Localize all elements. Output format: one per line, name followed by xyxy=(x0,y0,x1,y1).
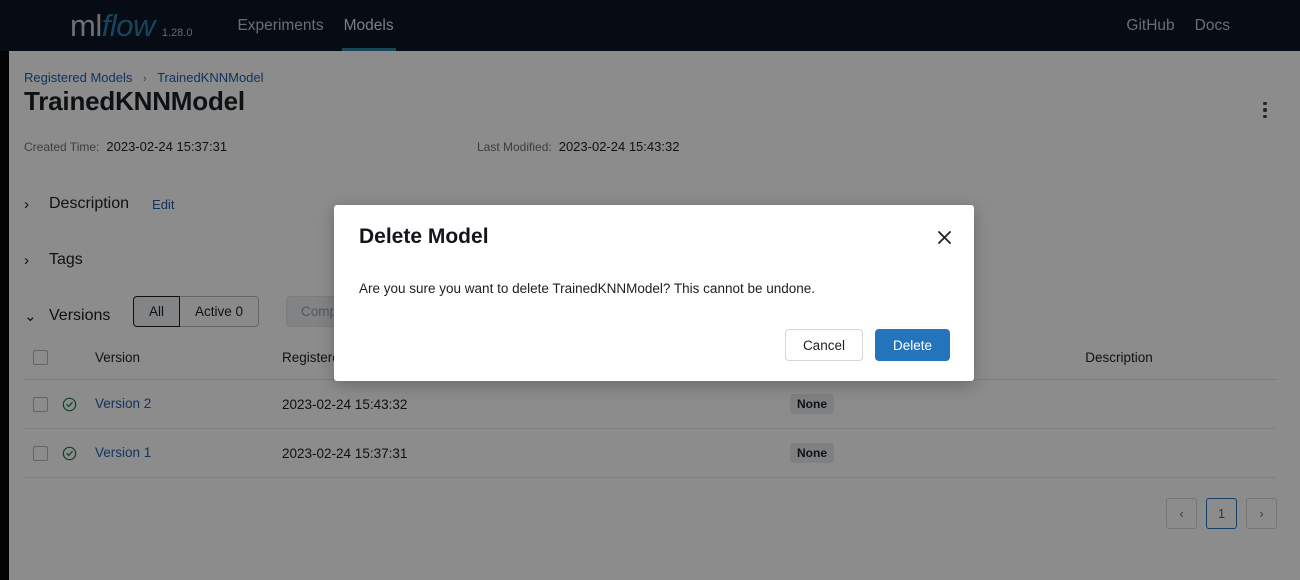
app-root: ml flow 1.28.0 Experiments Models GitHub… xyxy=(0,0,1300,580)
delete-model-dialog: Delete Model Are you sure you want to de… xyxy=(334,205,974,381)
dialog-actions: Cancel Delete xyxy=(785,329,950,361)
dialog-title: Delete Model xyxy=(359,225,489,249)
delete-button[interactable]: Delete xyxy=(875,329,950,361)
dialog-message: Are you sure you want to delete TrainedK… xyxy=(359,279,949,299)
close-icon[interactable] xyxy=(933,226,955,248)
cancel-button[interactable]: Cancel xyxy=(785,329,863,361)
